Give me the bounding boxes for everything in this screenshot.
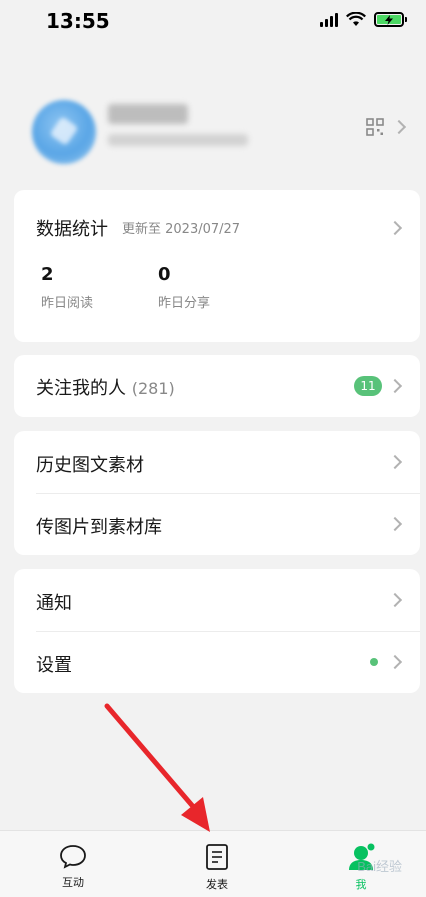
chevron-right-icon	[391, 119, 407, 135]
followers-label-text: 关注我的人	[36, 378, 126, 399]
chevron-right-icon	[387, 378, 403, 394]
tab-interact[interactable]: 互动	[2, 831, 144, 897]
followers-count: (281)	[131, 379, 175, 398]
chat-bubble-icon	[60, 845, 86, 869]
tab-publish[interactable]: 发表	[146, 831, 288, 897]
chevron-right-icon	[387, 454, 403, 470]
tab-label: 互动	[62, 876, 84, 889]
blurred-account-name	[108, 104, 188, 124]
battery-icon	[374, 12, 407, 27]
chevron-right-icon	[387, 220, 403, 236]
wifi-icon	[346, 12, 366, 26]
chevron-right-icon	[387, 592, 403, 608]
document-icon	[206, 844, 228, 870]
qr-code-button[interactable]	[366, 118, 407, 136]
materials-card: 历史图文素材 传图片到素材库	[14, 431, 420, 555]
tab-label: 我	[355, 878, 367, 891]
followers-label: 关注我的人 (281)	[36, 374, 175, 400]
settings-card: 通知 设置	[14, 569, 420, 693]
qr-code-icon	[366, 118, 384, 136]
menu-item-label: 通知	[36, 593, 72, 614]
menu-item-label: 传图片到素材库	[36, 517, 162, 538]
followers-card[interactable]: 关注我的人 (281) 11	[14, 355, 420, 417]
new-followers-badge: 11	[354, 376, 382, 396]
settings-update-dot	[370, 658, 378, 666]
menu-item-label: 设置	[36, 655, 72, 676]
menu-item-upload-images[interactable]: 传图片到素材库	[14, 493, 420, 555]
status-time: 13:55	[46, 9, 110, 33]
stats-title: 数据统计	[36, 219, 108, 240]
status-icons	[320, 12, 407, 27]
chevron-right-icon	[387, 516, 403, 532]
stat-read-value: 2	[41, 264, 54, 285]
chevron-right-icon	[387, 654, 403, 670]
stat-share-value: 0	[158, 264, 171, 285]
avatar[interactable]	[32, 100, 96, 164]
menu-item-settings[interactable]: 设置	[14, 631, 420, 693]
profile-header[interactable]	[0, 88, 426, 188]
tab-label: 发表	[206, 878, 228, 891]
signal-icon	[320, 12, 338, 27]
menu-item-history-materials[interactable]: 历史图文素材	[14, 431, 420, 493]
stat-read-label: 昨日阅读	[41, 296, 94, 311]
menu-item-label: 历史图文素材	[36, 455, 144, 476]
stat-share-label: 昨日分享	[158, 296, 211, 311]
status-bar: 13:55	[0, 0, 426, 44]
stats-card[interactable]: 数据统计 更新至 2023/07/27 2 昨日阅读 0 昨日分享	[14, 190, 420, 342]
stats-updated: 更新至 2023/07/27	[122, 222, 241, 237]
watermark: Bai经验	[357, 859, 402, 874]
menu-item-notifications[interactable]: 通知	[14, 569, 420, 631]
blurred-account-info	[108, 134, 248, 146]
